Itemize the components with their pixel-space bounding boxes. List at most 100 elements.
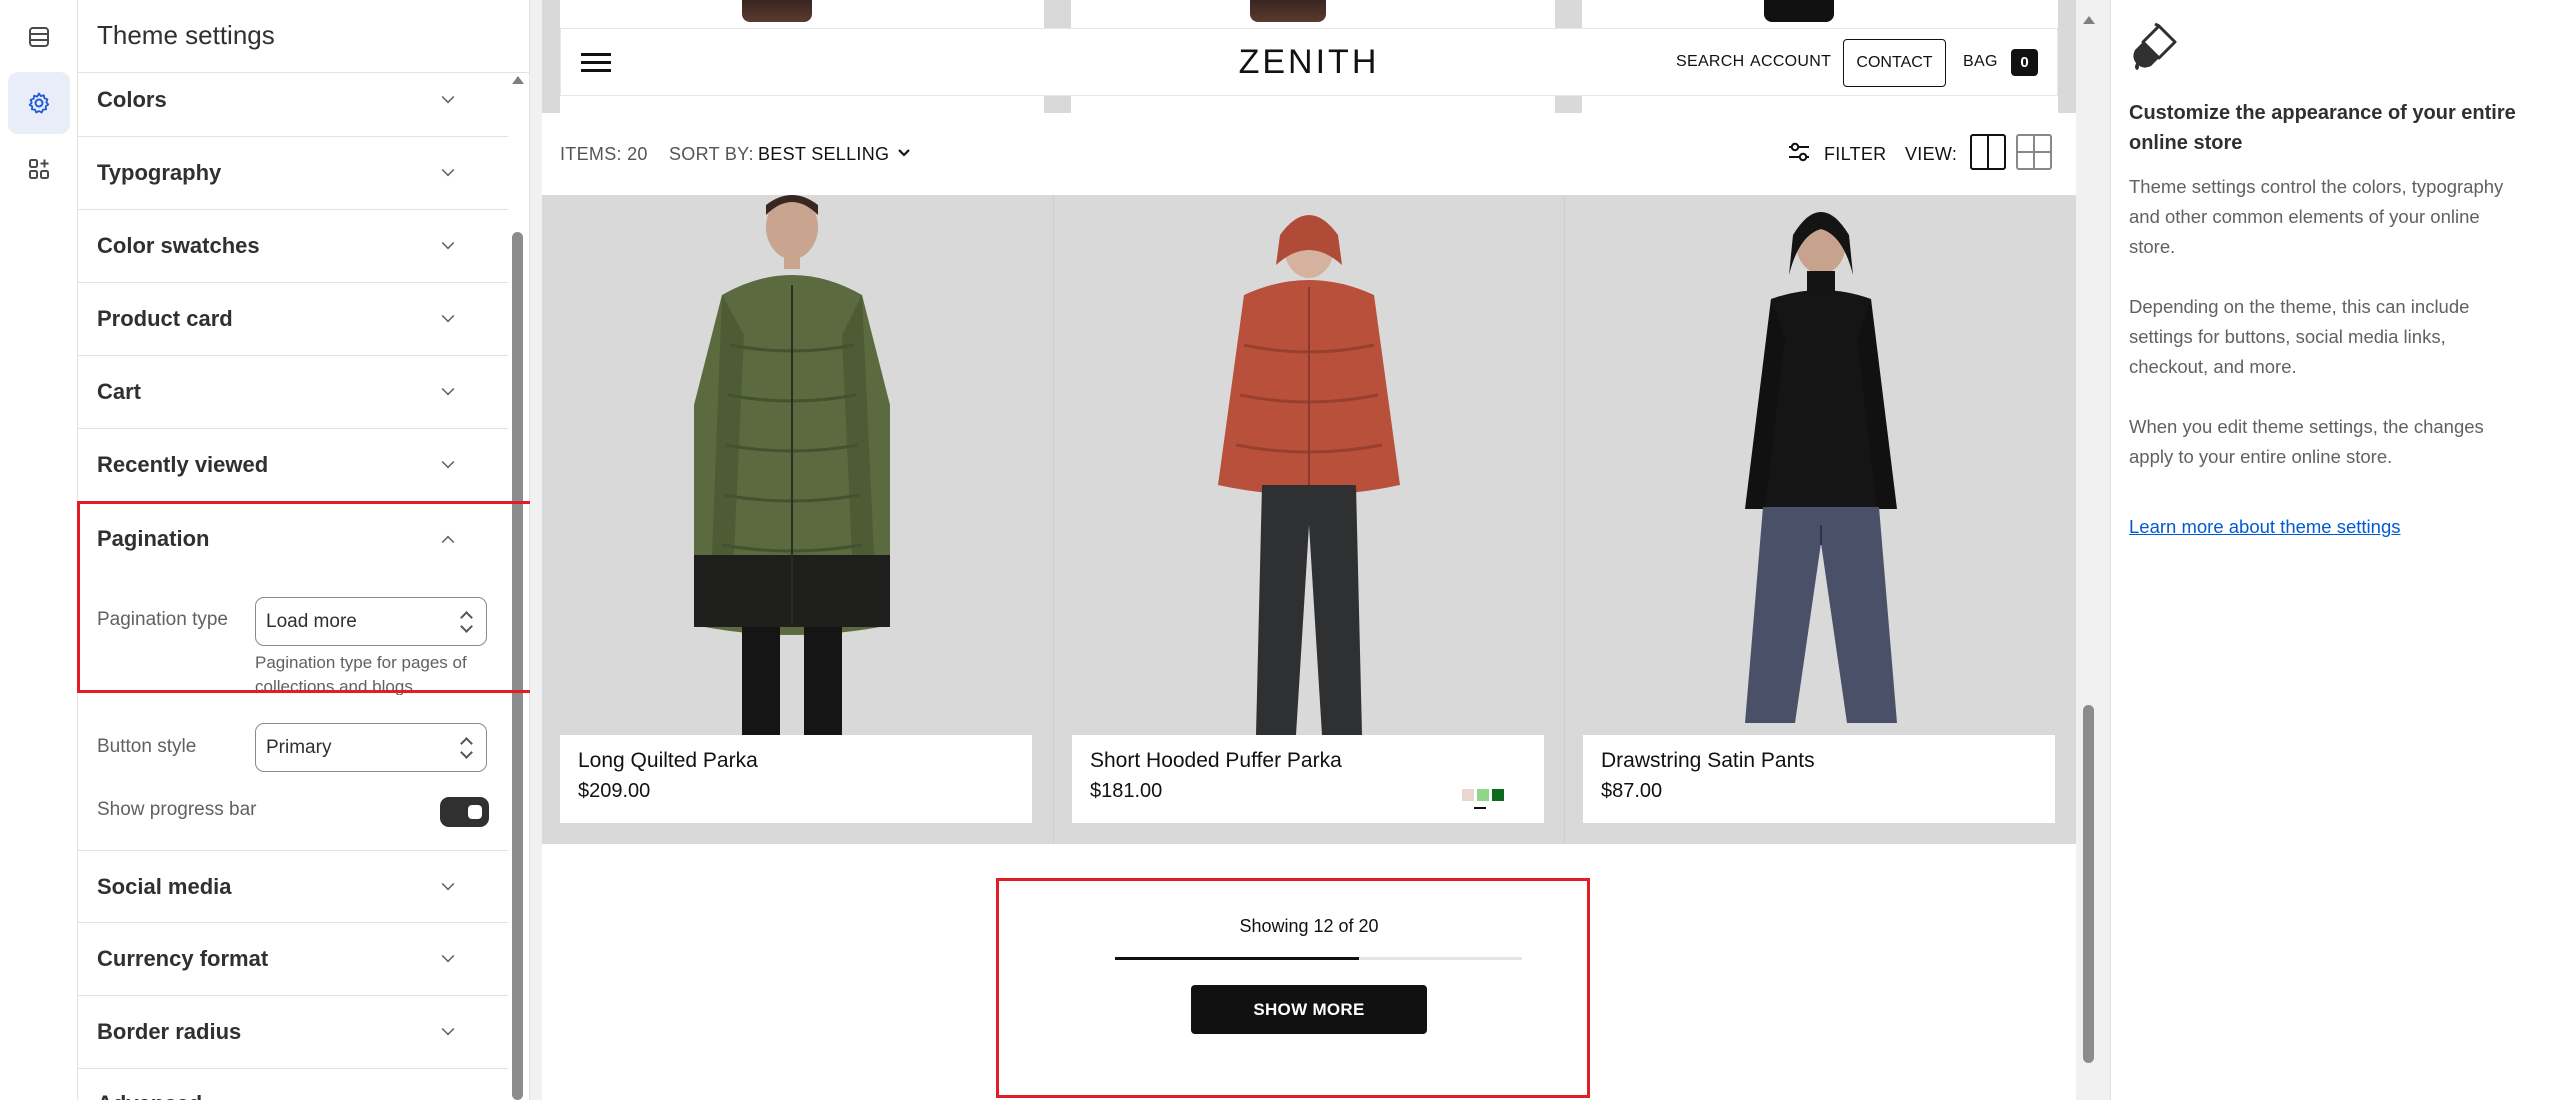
select-arrows-icon	[460, 609, 472, 635]
sort-select[interactable]: BEST SELLING	[758, 144, 889, 165]
chevron-down-icon	[441, 382, 455, 396]
section-label: Color swatches	[97, 233, 260, 258]
section-currency-format[interactable]: Currency format	[78, 923, 508, 996]
product-info: Long Quilted Parka $209.00	[560, 735, 1032, 823]
product-info: Drawstring Satin Pants $87.00	[1583, 735, 2055, 823]
nav-account-link[interactable]: ACCOUNT	[1750, 53, 1831, 71]
theme-editor: Theme settings Colors Typography Color s…	[0, 0, 2559, 1100]
filter-button[interactable]: FILTER	[1824, 144, 1886, 165]
info-heading: Customize the appearance of your entire …	[2129, 102, 2516, 154]
left-rail	[0, 0, 78, 1100]
info-paragraph: Theme settings control the colors, typog…	[2129, 176, 2504, 257]
pagination-progress-bar	[1115, 957, 1522, 960]
button-style-label: Button style	[97, 736, 197, 757]
store-logo[interactable]: ZENITH	[561, 43, 2057, 82]
show-progress-bar-label: Show progress bar	[97, 799, 257, 820]
theme-settings-nav-button[interactable]	[8, 72, 70, 134]
panel-title: Theme settings	[97, 20, 275, 50]
nav-contact-button[interactable]: CONTACT	[1843, 39, 1946, 87]
section-label: Typography	[97, 160, 222, 185]
section-cart[interactable]: Cart	[78, 356, 508, 429]
section-label: Recently viewed	[97, 452, 269, 477]
section-label: Advanced	[97, 1091, 202, 1100]
section-recently-viewed[interactable]: Recently viewed	[78, 429, 508, 502]
settings-scrollbar-thumb[interactable]	[512, 232, 523, 1100]
section-colors[interactable]: Colors	[78, 64, 508, 137]
two-column-view-icon[interactable]	[1970, 134, 2006, 170]
nav-search-link[interactable]: SEARCH	[1676, 53, 1744, 71]
collection-toolbar: ITEMS: 20 SORT BY: BEST SELLING FILTER V…	[542, 113, 2076, 195]
product-price: $87.00	[1601, 780, 1663, 802]
button-style-value: Primary	[266, 736, 332, 758]
product-card[interactable]: Long Quilted Parka $209.00	[542, 195, 1052, 844]
product-name[interactable]: Drawstring Satin Pants	[1601, 749, 1815, 773]
chevron-down-icon	[441, 455, 455, 469]
chevron-down-icon[interactable]	[897, 148, 911, 158]
swatch-dark-green[interactable]	[1492, 789, 1504, 801]
section-label: Cart	[97, 379, 142, 404]
info-paragraph: Depending on the theme, this can include…	[2129, 296, 2470, 377]
pagination-type-value: Load more	[266, 610, 357, 632]
chevron-down-icon	[441, 236, 455, 250]
section-product-card[interactable]: Product card	[78, 283, 508, 356]
product-image-fragment	[1250, 0, 1326, 22]
store-page: Oversized Long Parka Cropped Hooded Park…	[542, 0, 2076, 1100]
button-style-select[interactable]: Primary	[255, 723, 487, 772]
section-social-media[interactable]: Social media	[78, 850, 508, 923]
learn-more-link[interactable]: Learn more about theme settings	[2129, 516, 2401, 538]
section-label: Currency format	[97, 946, 269, 971]
pagination-type-label: Pagination type	[97, 609, 228, 630]
theme-settings-panel: Theme settings Colors Typography Color s…	[78, 0, 530, 1100]
section-label: Product card	[97, 306, 233, 331]
section-typography[interactable]: Typography	[78, 137, 508, 210]
chevron-down-icon	[441, 163, 455, 177]
scroll-up-arrow-icon[interactable]	[2083, 16, 2095, 24]
product-image-long-quilted-parka	[694, 195, 890, 735]
store-preview: Oversized Long Parka Cropped Hooded Park…	[530, 0, 2110, 1100]
sections-nav-button[interactable]	[8, 6, 70, 68]
info-paragraph: When you edit theme settings, the change…	[2129, 416, 2484, 467]
gear-icon	[28, 92, 50, 114]
product-image-drawstring-satin-pants	[1745, 212, 1897, 723]
swatch-light-green[interactable]	[1477, 789, 1489, 801]
section-color-swatches[interactable]: Color swatches	[78, 210, 508, 283]
product-card[interactable]: Short Hooded Puffer Parka $181.00	[1053, 195, 1563, 844]
color-swatches	[1459, 789, 1504, 809]
section-label: Social media	[97, 873, 232, 899]
product-grid: Long Quilted Parka $209.00 Short Hooded …	[542, 195, 2076, 844]
section-pagination[interactable]: Pagination	[78, 502, 508, 575]
filter-icon[interactable]	[1787, 141, 1811, 163]
apps-nav-button[interactable]	[8, 138, 70, 200]
sections-icon	[29, 27, 49, 47]
apps-icon	[29, 159, 49, 179]
section-label: Border radius	[97, 1019, 242, 1044]
view-label: VIEW:	[1905, 144, 1958, 164]
section-advanced[interactable]: Advanced	[78, 1069, 508, 1100]
chevron-down-icon	[441, 949, 455, 963]
product-image-fragment	[1764, 0, 1834, 22]
nav-bag-link[interactable]: BAG	[1963, 53, 1998, 71]
sort-label: SORT BY:	[669, 144, 754, 164]
product-price: $209.00	[578, 780, 651, 802]
product-card[interactable]: Drawstring Satin Pants $87.00	[1564, 195, 2076, 844]
four-column-view-icon[interactable]	[2016, 134, 2052, 170]
swatch-light-pink[interactable]	[1462, 789, 1474, 801]
load-more-pagination: Showing 12 of 20 SHOW MORE	[542, 844, 2076, 1100]
show-progress-bar-toggle[interactable]	[440, 797, 489, 827]
section-label: Colors	[97, 87, 167, 112]
product-image-short-hooded-puffer-parka	[1218, 215, 1400, 735]
chevron-down-icon	[441, 309, 455, 323]
chevron-up-icon	[441, 535, 455, 548]
section-border-radius[interactable]: Border radius	[78, 996, 508, 1069]
product-name[interactable]: Long Quilted Parka	[578, 749, 758, 773]
scroll-up-arrow-icon[interactable]	[512, 76, 524, 84]
items-count: ITEMS: 20	[560, 144, 648, 164]
bag-count-badge[interactable]: 0	[2011, 49, 2038, 76]
chevron-down-icon	[441, 877, 455, 890]
pagination-progress-fill	[1115, 957, 1360, 960]
preview-scrollbar-thumb[interactable]	[2083, 705, 2094, 1063]
pagination-type-select[interactable]: Load more	[255, 597, 487, 646]
showing-count-text: Showing 12 of 20	[1239, 916, 1379, 936]
product-name[interactable]: Short Hooded Puffer Parka	[1090, 749, 1342, 773]
show-more-button[interactable]: SHOW MORE	[1191, 985, 1427, 1034]
